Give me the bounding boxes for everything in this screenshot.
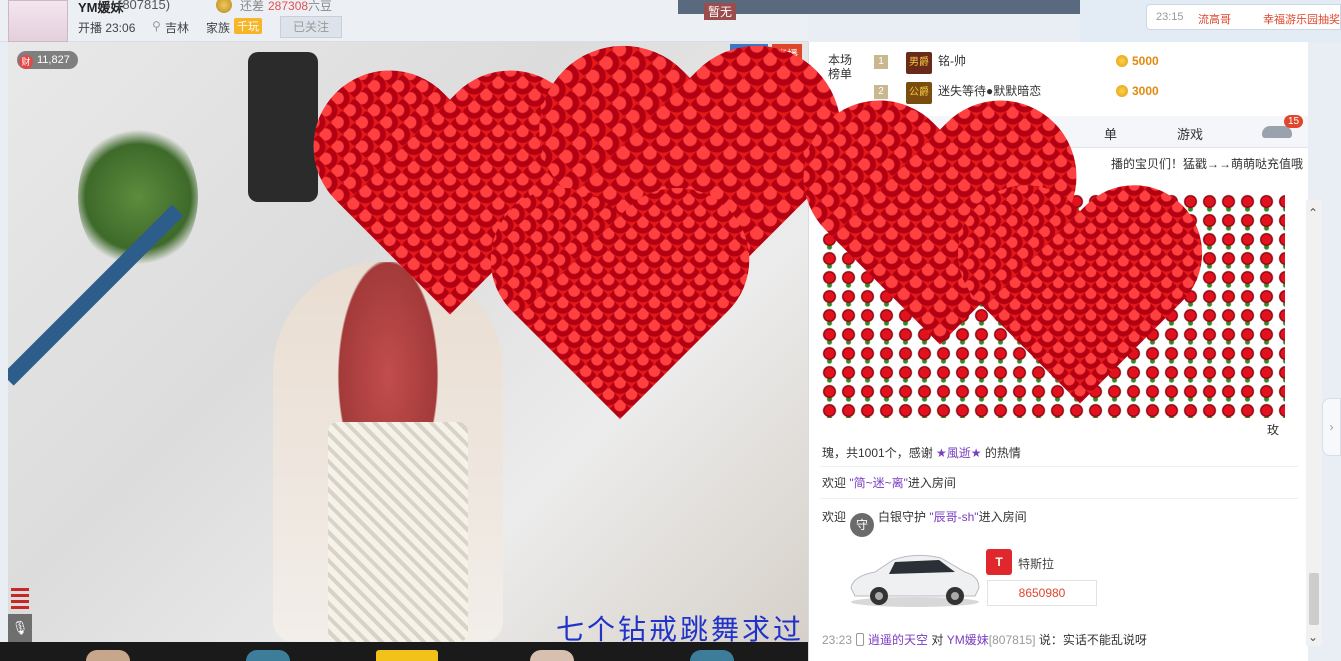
rank-coins: 5000 — [1116, 54, 1159, 68]
gift-thanks-text: 玫 — [1267, 423, 1280, 437]
gift-thumbnail[interactable] — [376, 650, 438, 661]
welcome-message: 欢迎 "简~迷~离"进入房间 — [822, 476, 956, 490]
heart-gift-effect — [953, 191, 1208, 429]
gift-thumbnail[interactable] — [530, 650, 574, 661]
chat-message: 23:23 逍遥的天空 对 YM媛妹[807815] 说：实话不能乱说呀 — [822, 633, 1147, 647]
live-start-time: 开播 23:06 — [78, 21, 136, 35]
rank-user-name[interactable]: 铭-帅 — [938, 54, 966, 68]
gift-sender[interactable]: ★風逝★ — [936, 446, 982, 460]
gift-thumbnail[interactable] — [246, 650, 290, 661]
chat-divider — [820, 498, 1298, 499]
tesla-logo-icon: T — [986, 549, 1012, 575]
family-label: 家族 — [206, 21, 231, 35]
level-progress-value: 287308六豆 — [268, 0, 333, 13]
host-id: (807815) — [118, 0, 171, 12]
gift-thumbnail[interactable] — [690, 650, 734, 661]
car-plate-number: 8650980 — [987, 580, 1097, 606]
broadcast-user[interactable]: 流高哥 — [1198, 11, 1231, 27]
volume-meter-icon — [11, 588, 29, 610]
ranking-row[interactable]: 2 公爵 迷失等待●默默暗恋 — [874, 80, 1041, 104]
top-banner — [678, 0, 1081, 14]
host-name[interactable]: YM媛妹 — [78, 0, 124, 16]
level-progress-label: 还差 — [240, 0, 265, 13]
tab-list[interactable]: 单 — [1104, 124, 1117, 143]
wealth-icon: 财 — [19, 55, 33, 69]
coin-icon — [1116, 85, 1128, 97]
noble-badge: 公爵 — [906, 82, 932, 104]
host-avatar[interactable] — [8, 0, 68, 42]
noble-badge: 男爵 — [906, 52, 932, 74]
chat-user[interactable]: 逍遥的天空 — [868, 633, 928, 647]
rank-number: 1 — [874, 55, 888, 69]
host-location: 吉林 — [165, 21, 190, 35]
rank-user-name[interactable]: 迷失等待●默默暗恋 — [938, 84, 1041, 98]
heart-gift-effect — [485, 194, 755, 446]
chat-divider — [820, 466, 1298, 467]
chat-target[interactable]: YM媛妹 — [947, 633, 989, 647]
location-pin-icon: ⚲ — [152, 19, 161, 33]
scroll-down-icon[interactable]: ⌄ — [1308, 630, 1318, 644]
chat-text: 说：实话不能乱说呀 — [1038, 633, 1147, 647]
pause-label: 暂无 — [704, 3, 737, 20]
tab-games[interactable]: 游戏 — [1177, 124, 1203, 143]
coin-icon — [1116, 55, 1128, 67]
streamer-dress — [328, 422, 468, 642]
scroll-up-icon[interactable]: ⌃ — [1308, 206, 1318, 220]
gift-thanks-message: 瑰，共1001个，感谢 ★風逝★ 的热情 — [822, 446, 1021, 460]
broadcast-text: 幸福游乐园抽奖 — [1263, 14, 1340, 26]
chat-user[interactable]: "简~迷~离" — [849, 476, 908, 490]
tesla-car-icon — [850, 554, 980, 607]
guard-welcome-message: 欢迎守白银守护 "辰哥-sh"进入房间 — [822, 508, 1027, 537]
rank-number: 2 — [874, 85, 888, 99]
gift-thumbnail[interactable] — [86, 650, 130, 661]
chat-user[interactable]: "辰哥-sh" — [929, 510, 978, 524]
chat-time: 23:23 — [822, 633, 853, 647]
rank-coins: 3000 — [1116, 84, 1159, 98]
scrollbar-thumb[interactable] — [1309, 573, 1319, 625]
mobile-icon — [856, 633, 865, 646]
follow-button[interactable]: 已关注 — [280, 16, 342, 38]
car-icon[interactable] — [1262, 126, 1292, 138]
microphone-toggle-icon[interactable]: 🎙 — [8, 614, 32, 642]
broadcast-time: 23:15 — [1156, 11, 1184, 23]
chat-notice: 播的宝贝们！猛戳→→萌萌哒充值哦 — [1111, 157, 1304, 171]
ranking-row[interactable]: 1 男爵 铭-帅 — [874, 50, 966, 74]
viewer-count: 财 11,827 — [17, 51, 78, 69]
car-count-badge: 15 — [1284, 115, 1304, 128]
family-badge[interactable]: 千玩 — [234, 18, 262, 34]
panel-collapse-handle[interactable]: › — [1322, 398, 1341, 456]
guard-shield-icon: 守 — [850, 513, 875, 537]
car-name: 特斯拉 — [1018, 557, 1055, 571]
